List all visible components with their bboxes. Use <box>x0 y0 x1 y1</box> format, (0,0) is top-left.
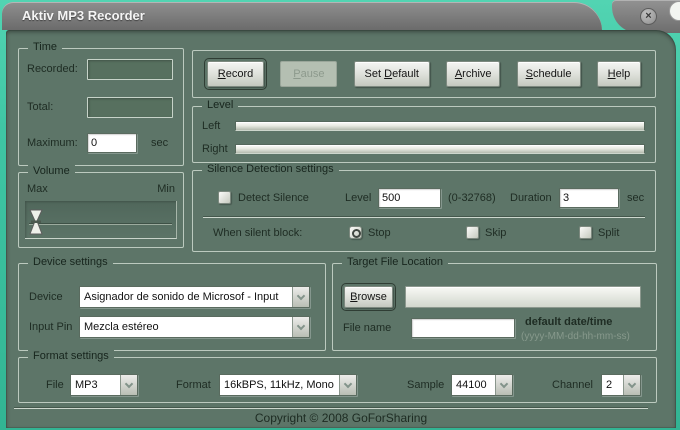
chevron-down-icon <box>297 291 305 299</box>
channel-select[interactable]: 2 <box>601 374 641 396</box>
volume-slider-thumb[interactable] <box>29 209 43 236</box>
level-legend: Level <box>202 99 238 111</box>
file-type-label: File <box>46 379 64 391</box>
file-type-select[interactable]: MP3 <box>70 374 138 396</box>
volume-max-label: Max <box>27 183 48 195</box>
transport-group: Record Pause Set Default Archive Schedul… <box>192 50 656 98</box>
channel-label: Channel <box>552 379 593 391</box>
split-label: Split <box>598 227 619 239</box>
target-group: Target File Location Browse File name de… <box>332 263 657 351</box>
level-group: Level Left Right <box>192 106 656 163</box>
chevron-down-icon <box>344 379 352 387</box>
volume-min-label: Min <box>157 183 175 195</box>
total-display <box>87 97 173 118</box>
maximum-input[interactable] <box>87 133 137 153</box>
stop-radio[interactable] <box>349 226 362 239</box>
file-type-select-value: MP3 <box>71 379 120 391</box>
chevron-down-icon <box>297 321 305 329</box>
set-default-button[interactable]: Set Default <box>354 61 430 87</box>
format-select-arrow-button[interactable] <box>339 375 356 395</box>
device-select-arrow-button[interactable] <box>292 287 309 307</box>
chevron-down-icon <box>628 379 636 387</box>
skip-checkbox[interactable] <box>466 226 479 239</box>
duration-label: Duration <box>510 192 552 204</box>
stop-label: Stop <box>368 227 391 239</box>
level-left-label: Left <box>202 120 220 132</box>
format-label: Format <box>176 379 211 391</box>
chevron-down-icon <box>125 379 133 387</box>
file-type-select-arrow-button[interactable] <box>120 375 137 395</box>
channel-select-value: 2 <box>602 379 623 391</box>
pause-button[interactable]: Pause <box>280 61 337 87</box>
detect-silence-label: Detect Silence <box>238 192 309 204</box>
file-name-input[interactable] <box>411 318 515 338</box>
close-icon[interactable]: × <box>640 8 657 25</box>
footer-divider <box>14 407 648 409</box>
maximum-label: Maximum: <box>27 137 78 149</box>
browse-button[interactable]: Browse <box>344 286 393 308</box>
schedule-button[interactable]: Schedule <box>517 61 581 87</box>
archive-button[interactable]: Archive <box>446 61 500 87</box>
datetime-format-label: (yyyy-MM-dd-hh-mm-ss) <box>521 331 630 342</box>
volume-slider-track[interactable] <box>25 201 177 239</box>
total-label: Total: <box>27 101 53 113</box>
input-pin-select[interactable]: Mezcla estéreo <box>79 316 310 338</box>
silence-level-range-label: (0-32768) <box>448 192 496 204</box>
when-silent-label: When silent block: <box>213 227 302 239</box>
silence-divider <box>203 216 645 218</box>
time-legend: Time <box>28 41 62 53</box>
split-checkbox[interactable] <box>579 226 592 239</box>
format-group: Format settings File MP3 Format 16kBPS, … <box>18 357 657 403</box>
device-label: Device <box>29 291 63 303</box>
title-bar[interactable]: Aktiv MP3 Recorder <box>2 2 602 30</box>
skip-label: Skip <box>485 227 506 239</box>
duration-input[interactable] <box>559 188 619 208</box>
input-pin-select-arrow-button[interactable] <box>292 317 309 337</box>
sample-select-value: 44100 <box>452 379 495 391</box>
level-right-label: Right <box>202 143 228 155</box>
recorded-display <box>87 59 173 80</box>
record-button[interactable]: Record <box>207 61 264 87</box>
target-path-field[interactable] <box>405 286 641 308</box>
app-window: { "window": { "title": "Aktiv MP3 Record… <box>0 0 680 430</box>
title-bar-right: × <box>612 0 680 33</box>
channel-select-arrow-button[interactable] <box>623 375 640 395</box>
format-legend: Format settings <box>28 350 114 362</box>
device-select-value: Asignador de sonido de Microsof - Input <box>80 291 292 303</box>
device-legend: Device settings <box>28 256 113 268</box>
duration-unit-label: sec <box>627 192 644 204</box>
window-title: Aktiv MP3 Recorder <box>22 2 145 30</box>
file-name-label: File name <box>343 322 391 334</box>
sample-select[interactable]: 44100 <box>451 374 513 396</box>
input-pin-select-value: Mezcla estéreo <box>80 321 292 333</box>
sample-select-arrow-button[interactable] <box>495 375 512 395</box>
hourglass-icon <box>29 209 43 236</box>
skin-orb <box>669 1 680 21</box>
device-group: Device settings Device Asignador de soni… <box>18 263 326 351</box>
silence-level-label: Level <box>345 192 371 204</box>
target-legend: Target File Location <box>342 256 448 268</box>
time-group: Time Recorded: Total: Maximum: sec <box>18 48 184 166</box>
volume-group: Volume Max Min <box>18 172 184 248</box>
device-select[interactable]: Asignador de sonido de Microsof - Input <box>79 286 310 308</box>
format-select[interactable]: 16kBPS, 11kHz, Mono <box>219 374 357 396</box>
volume-slider-groove <box>29 223 172 225</box>
default-datetime-label: default date/time <box>525 316 612 328</box>
level-left-meter <box>235 121 645 131</box>
silence-group: Silence Detection settings Detect Silenc… <box>192 170 656 252</box>
maximum-unit-label: sec <box>151 137 168 149</box>
help-button[interactable]: Help <box>597 61 641 87</box>
sample-label: Sample <box>407 379 444 391</box>
silence-legend: Silence Detection settings <box>202 163 339 175</box>
detect-silence-checkbox[interactable] <box>218 191 231 204</box>
chevron-down-icon <box>500 379 508 387</box>
level-right-meter <box>235 144 645 154</box>
copyright-text: Copyright © 2008 GoForSharing <box>6 411 676 425</box>
silence-level-input[interactable] <box>378 188 441 208</box>
main-panel: Time Recorded: Total: Maximum: sec Recor… <box>6 30 676 428</box>
recorded-label: Recorded: <box>27 63 78 75</box>
input-pin-label: Input Pin <box>29 321 72 333</box>
volume-legend: Volume <box>28 165 75 177</box>
format-select-value: 16kBPS, 11kHz, Mono <box>220 379 339 391</box>
